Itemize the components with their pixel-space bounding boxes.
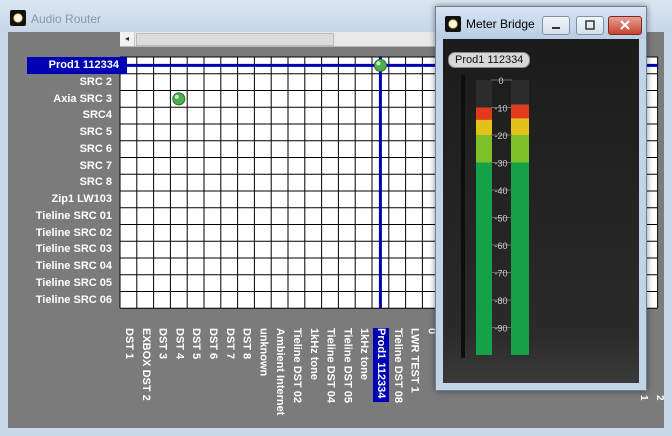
source-label[interactable]: Tieline SRC 05	[36, 275, 112, 292]
source-label[interactable]: Tieline SRC 04	[36, 258, 112, 275]
source-label[interactable]: SRC 6	[80, 141, 112, 158]
source-label[interactable]: Tieline SRC 03	[36, 241, 112, 258]
destination-label[interactable]: 1kHz tone	[306, 328, 322, 380]
destination-label[interactable]: unknown	[255, 328, 271, 376]
meter-title: Meter Bridge	[466, 17, 535, 31]
crosspoint-connection-dot[interactable]	[172, 92, 186, 106]
maximize-icon	[585, 20, 595, 30]
meter-bar-yellowgreen	[476, 135, 492, 163]
meter-bar-yellowgreen	[511, 135, 529, 163]
minimize-icon	[552, 27, 560, 29]
sun-icon	[445, 16, 461, 32]
source-label[interactable]: SRC4	[83, 107, 112, 124]
source-label[interactable]: Zip1 LW103	[51, 191, 112, 208]
destination-label[interactable]: DST 3	[155, 328, 171, 359]
source-label[interactable]: SRC 7	[80, 158, 112, 175]
scale-label: -20	[494, 131, 507, 141]
source-label[interactable]: SRC 8	[80, 174, 112, 191]
source-label[interactable]: SRC 5	[80, 124, 112, 141]
meter-body: 0 -10 -20 -30 -40 -50 -60 -70 -80 -90 Prod1 11233…	[443, 39, 639, 383]
scale-label: -30	[494, 159, 507, 169]
scale-label: -70	[494, 269, 507, 279]
crosspoint-dot-highlight	[376, 61, 381, 66]
source-label[interactable]: SRC 2	[80, 74, 112, 91]
source-label[interactable]: Tieline SRC 02	[36, 225, 112, 242]
destination-label[interactable]: DST 6	[205, 328, 221, 359]
window-title: Audio Router	[31, 12, 102, 26]
scale-label: -60	[494, 241, 507, 251]
meter-bar-green	[511, 162, 529, 355]
meter-bridge-window: Meter Bridge 0 -10 -20 -30 -40 -50 -60 -70 -80 -9…	[435, 6, 647, 391]
destination-label[interactable]: Tieline DST 05	[339, 328, 355, 403]
destination-label[interactable]: LWR TEST 1	[407, 328, 423, 393]
meter-rail	[461, 75, 465, 358]
source-label[interactable]: Tieline SRC 06	[36, 292, 112, 309]
sun-icon	[10, 10, 26, 26]
crosspoint-connection-dot[interactable]	[373, 58, 387, 72]
meter-bar-red	[476, 107, 492, 120]
destination-label[interactable]: 1kHz tone	[356, 328, 372, 380]
destination-label-fragment[interactable]: 1	[635, 395, 651, 401]
destination-label[interactable]: Tieline DST 08	[390, 328, 406, 403]
meter-bar-red	[511, 104, 529, 119]
scale-label: -90	[494, 324, 507, 334]
source-label[interactable]: Axia SRC 3	[53, 91, 112, 108]
source-label[interactable]: Tieline SRC 01	[36, 208, 112, 225]
minimize-button[interactable]	[542, 16, 570, 35]
source-label[interactable]: Prod1 112334	[26, 57, 127, 74]
destination-label[interactable]: DST 8	[239, 328, 255, 359]
destination-label[interactable]: Prod1 112334	[373, 328, 389, 403]
destination-label[interactable]: DST 1	[121, 328, 137, 359]
destination-label[interactable]: DST 7	[222, 328, 238, 359]
destination-label[interactable]: EXBOX DST 2	[138, 328, 154, 401]
scale-label: 0	[498, 76, 503, 86]
meter-bar-green	[476, 162, 492, 355]
close-button[interactable]	[608, 16, 642, 35]
destination-label-fragment[interactable]: 2	[651, 395, 667, 401]
destination-label[interactable]: DST 5	[188, 328, 204, 359]
close-icon	[620, 20, 630, 30]
destination-label[interactable]: Tieline DST 02	[289, 328, 305, 403]
destination-label[interactable]: DST 4	[171, 328, 187, 359]
crosspoint-dot-highlight	[174, 94, 179, 99]
scale-label: -40	[494, 186, 507, 196]
scale-label: -50	[494, 214, 507, 224]
channel-label: Prod1 112334	[448, 52, 531, 68]
meter-panel: 0 -10 -20 -30 -40 -50 -60 -70 -80 -90 Prod1 11233…	[443, 39, 639, 383]
level-meter: 0 -10 -20 -30 -40 -50 -60 -70 -80 -90	[461, 75, 529, 358]
destination-label[interactable]: Tieline DST 04	[323, 328, 339, 403]
destination-label-fragment[interactable]: 3	[667, 395, 672, 401]
scale-label: -10	[494, 104, 507, 114]
maximize-button[interactable]	[576, 16, 604, 35]
scale-label: -80	[494, 296, 507, 306]
meter-titlebar[interactable]: Meter Bridge	[436, 7, 646, 39]
destination-label[interactable]: Ambient Internet	[272, 328, 288, 415]
